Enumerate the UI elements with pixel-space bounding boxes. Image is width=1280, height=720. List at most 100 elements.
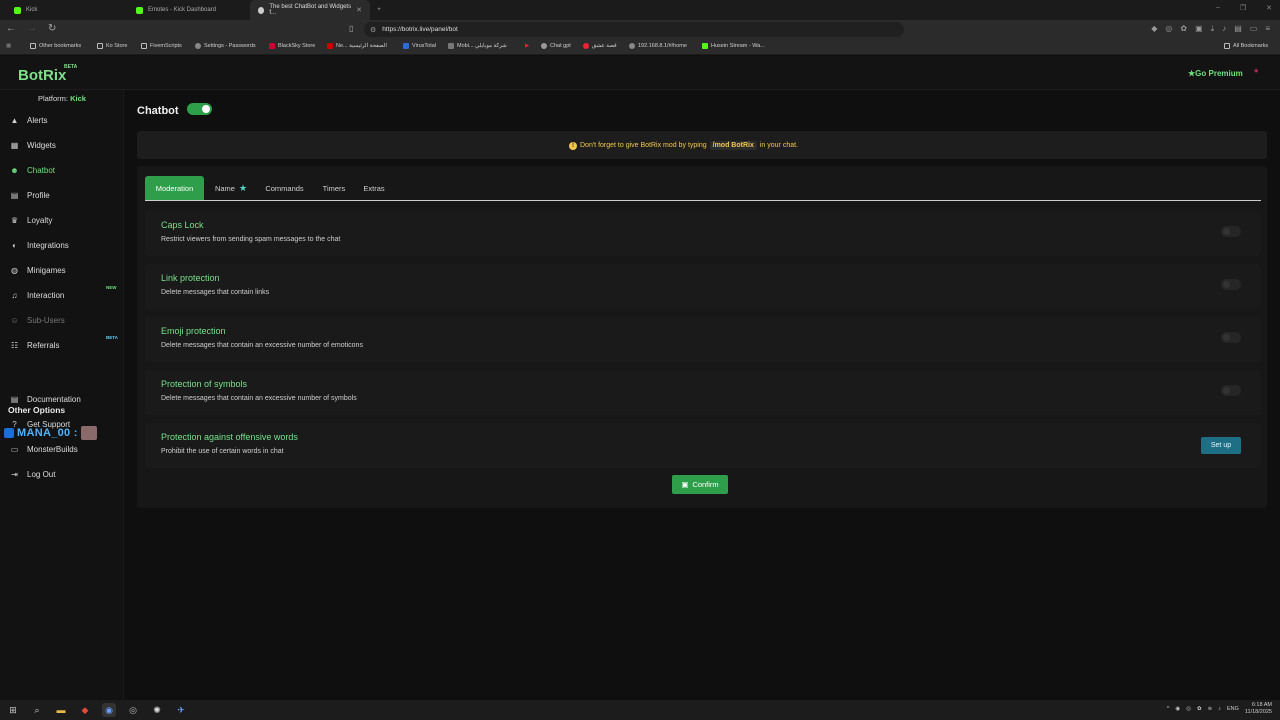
bookmark-item[interactable]: Chat gpt bbox=[541, 43, 571, 49]
forward-icon[interactable]: → bbox=[27, 23, 37, 34]
tab-timers[interactable]: Timers bbox=[313, 176, 355, 200]
close-window-icon[interactable]: ✕ bbox=[1266, 4, 1272, 12]
bookmark-item[interactable]: Ne... الصفحة الرئيسية bbox=[327, 43, 387, 49]
new-badge: NEW bbox=[106, 285, 117, 290]
option-title: Caps Lock bbox=[161, 220, 204, 230]
reload-icon[interactable]: ↻ bbox=[48, 23, 56, 34]
bookmark-item[interactable]: Ko Store bbox=[97, 43, 127, 49]
sidebar-item-integrations[interactable]: ◐ Integrations bbox=[10, 238, 120, 252]
sidebar-item-documentation[interactable]: ▤ Documentation bbox=[10, 392, 120, 406]
bookmark-item[interactable]: BlackSky Store bbox=[269, 43, 315, 49]
windows-start-icon[interactable]: ⊞ bbox=[6, 703, 20, 717]
plug-icon: ◐ bbox=[12, 240, 17, 250]
os-taskbar: ⊞ ⌕ ▬ ◆ ◉ ◎ ✺ ✈ ^ ◉ ◎ ✿ ≋ ♪ ENG 6:18 AM … bbox=[0, 700, 1280, 720]
system-tray: ^ ◉ ◎ ✿ ≋ ♪ ENG 6:18 AM 11/18/2025 bbox=[1167, 702, 1272, 716]
extension-icon[interactable]: ✿ bbox=[1180, 24, 1187, 34]
caps-lock-toggle[interactable] bbox=[1221, 226, 1241, 237]
warning-icon: ! bbox=[569, 141, 577, 150]
obs-icon[interactable]: ◎ bbox=[126, 703, 140, 717]
profile-icon: ▤ bbox=[10, 190, 19, 200]
tray-icon[interactable]: ✿ bbox=[1197, 706, 1202, 712]
sidebar-item-sub-users[interactable]: ☺ Sub-Users bbox=[10, 313, 120, 327]
symbols-protection-toggle[interactable] bbox=[1221, 385, 1241, 396]
bookmark-item[interactable]: Mobi... شركة موبايلي bbox=[448, 43, 507, 49]
tab-commands[interactable]: Commands bbox=[258, 176, 311, 200]
extension-icon[interactable]: ◆ bbox=[1151, 24, 1157, 34]
sidebar-item-interaction[interactable]: ♫ Interaction NEW bbox=[10, 285, 120, 302]
close-tab-icon[interactable]: ✕ bbox=[356, 6, 362, 14]
folder-icon[interactable]: ▬ bbox=[54, 703, 68, 717]
all-bookmarks[interactable]: All Bookmarks bbox=[1224, 43, 1268, 49]
sidebar-item-alerts[interactable]: ▲ Alerts bbox=[10, 113, 120, 127]
bookmark-item[interactable]: FivemScripts bbox=[141, 43, 182, 49]
bookmark-item[interactable]: Husein Stream - Wa... bbox=[702, 43, 765, 49]
youtube-icon[interactable]: ▶ bbox=[525, 43, 529, 49]
apps-icon[interactable]: ▦ bbox=[6, 43, 11, 49]
back-icon[interactable]: ← bbox=[6, 23, 16, 34]
beta-badge: BETA bbox=[106, 335, 118, 340]
search-icon[interactable]: ⌕ bbox=[30, 703, 44, 717]
option-caps-lock: Caps Lock Restrict viewers from sending … bbox=[145, 211, 1261, 256]
volume-icon[interactable]: ♪ bbox=[1218, 706, 1221, 712]
sidebar-item-referrals[interactable]: ☷ Referrals BETA bbox=[10, 335, 120, 352]
sidebar-item-loyalty[interactable]: ♛ Loyalty bbox=[10, 213, 120, 227]
botrix-icon bbox=[258, 6, 265, 14]
tray-expand-icon[interactable]: ^ bbox=[1167, 706, 1170, 712]
download-icon[interactable]: ⤓ bbox=[1211, 24, 1215, 34]
tray-icon[interactable]: ◉ bbox=[1175, 706, 1180, 712]
app-icon[interactable]: ✺ bbox=[150, 703, 164, 717]
sidebar: Platform: Kick ▲ Alerts ▦ Widgets ☻ Chat… bbox=[0, 90, 124, 700]
user-avatar[interactable]: ◉ bbox=[1254, 68, 1268, 78]
wallet-icon[interactable]: ▭ bbox=[1250, 24, 1258, 34]
lang-indicator[interactable]: ENG bbox=[1227, 706, 1239, 712]
sidebar-item-monsterbuilds[interactable]: ▭ MonsterBuilds bbox=[10, 442, 120, 456]
sidebar-item-profile[interactable]: ▤ Profile bbox=[10, 188, 120, 202]
sidebar-icon[interactable]: ▤ bbox=[1234, 24, 1242, 34]
address-bar[interactable]: ⚙ https://botrix.live/panel/bot bbox=[364, 22, 904, 37]
browser-tab[interactable]: Emotes - Kick Dashboard bbox=[128, 0, 248, 20]
music-icon[interactable]: ♪ bbox=[1222, 24, 1226, 34]
site-info-icon[interactable]: ⚙ bbox=[370, 26, 376, 34]
tab-name[interactable]: Name ★ bbox=[206, 176, 256, 200]
steam-icon[interactable]: ✈ bbox=[174, 703, 188, 717]
option-description: Delete messages that contain links bbox=[161, 289, 270, 296]
bookmark-item[interactable]: Settings - Passwords bbox=[195, 43, 256, 49]
browser-toolbar: ← → ↻ ▯ ⚙ https://botrix.live/panel/bot … bbox=[0, 20, 1280, 54]
tab-moderation[interactable]: Moderation bbox=[145, 176, 204, 200]
clock[interactable]: 6:18 AM 11/18/2025 bbox=[1245, 702, 1272, 716]
chrome-icon[interactable]: ◉ bbox=[102, 703, 116, 717]
extension-icon[interactable]: ◎ bbox=[1165, 24, 1172, 34]
brave-browser-icon[interactable]: ◆ bbox=[78, 703, 92, 717]
sidebar-item-widgets[interactable]: ▦ Widgets bbox=[10, 138, 120, 152]
bookmark-page-icon[interactable]: ▯ bbox=[349, 24, 353, 33]
mod-command: /mod BotRix bbox=[709, 141, 757, 150]
kick-icon bbox=[136, 6, 143, 14]
extension-icon[interactable]: ▣ bbox=[1195, 24, 1203, 34]
bookmark-item[interactable]: VirusTotal bbox=[403, 43, 436, 49]
option-description: Delete messages that contain an excessiv… bbox=[161, 342, 363, 349]
minimize-icon[interactable]: – bbox=[1216, 4, 1220, 12]
tray-icon[interactable]: ◎ bbox=[1186, 706, 1191, 712]
bookmark-item[interactable]: Other bookmarks bbox=[30, 43, 81, 49]
page-title: Chatbot bbox=[137, 105, 179, 117]
emoji-protection-toggle[interactable] bbox=[1221, 332, 1241, 343]
browser-tab[interactable]: Kick bbox=[6, 0, 126, 20]
botrix-logo[interactable]: BotRix BETA bbox=[18, 64, 77, 84]
bookmark-item[interactable]: قصة عشق bbox=[583, 43, 617, 49]
link-protection-toggle[interactable] bbox=[1221, 279, 1241, 290]
new-tab-button[interactable]: + bbox=[372, 0, 386, 20]
browser-tab-active[interactable]: The best ChatBot and Widgets f... ✕ bbox=[250, 0, 370, 20]
tab-extras[interactable]: Extras bbox=[357, 176, 391, 200]
maximize-icon[interactable]: ❐ bbox=[1240, 4, 1246, 12]
sidebar-item-log-out[interactable]: ⇥ Log Out bbox=[10, 467, 120, 481]
sidebar-item-chatbot[interactable]: ☻ Chatbot bbox=[10, 163, 120, 177]
chatbot-enabled-toggle[interactable] bbox=[187, 103, 212, 115]
go-premium-link[interactable]: ★Go Premium bbox=[1188, 69, 1243, 78]
confirm-button[interactable]: ▣ Confirm bbox=[672, 475, 728, 494]
stream-overlay-username: MANA_00 : bbox=[4, 426, 97, 440]
menu-icon[interactable]: ≡ bbox=[1265, 24, 1270, 34]
wifi-icon[interactable]: ≋ bbox=[1208, 706, 1213, 712]
bookmark-item[interactable]: 192.168.8.1/#/home bbox=[629, 43, 687, 49]
sidebar-item-minigames[interactable]: ◍ Minigames bbox=[10, 263, 120, 277]
set-up-button[interactable]: Set up bbox=[1201, 437, 1241, 454]
